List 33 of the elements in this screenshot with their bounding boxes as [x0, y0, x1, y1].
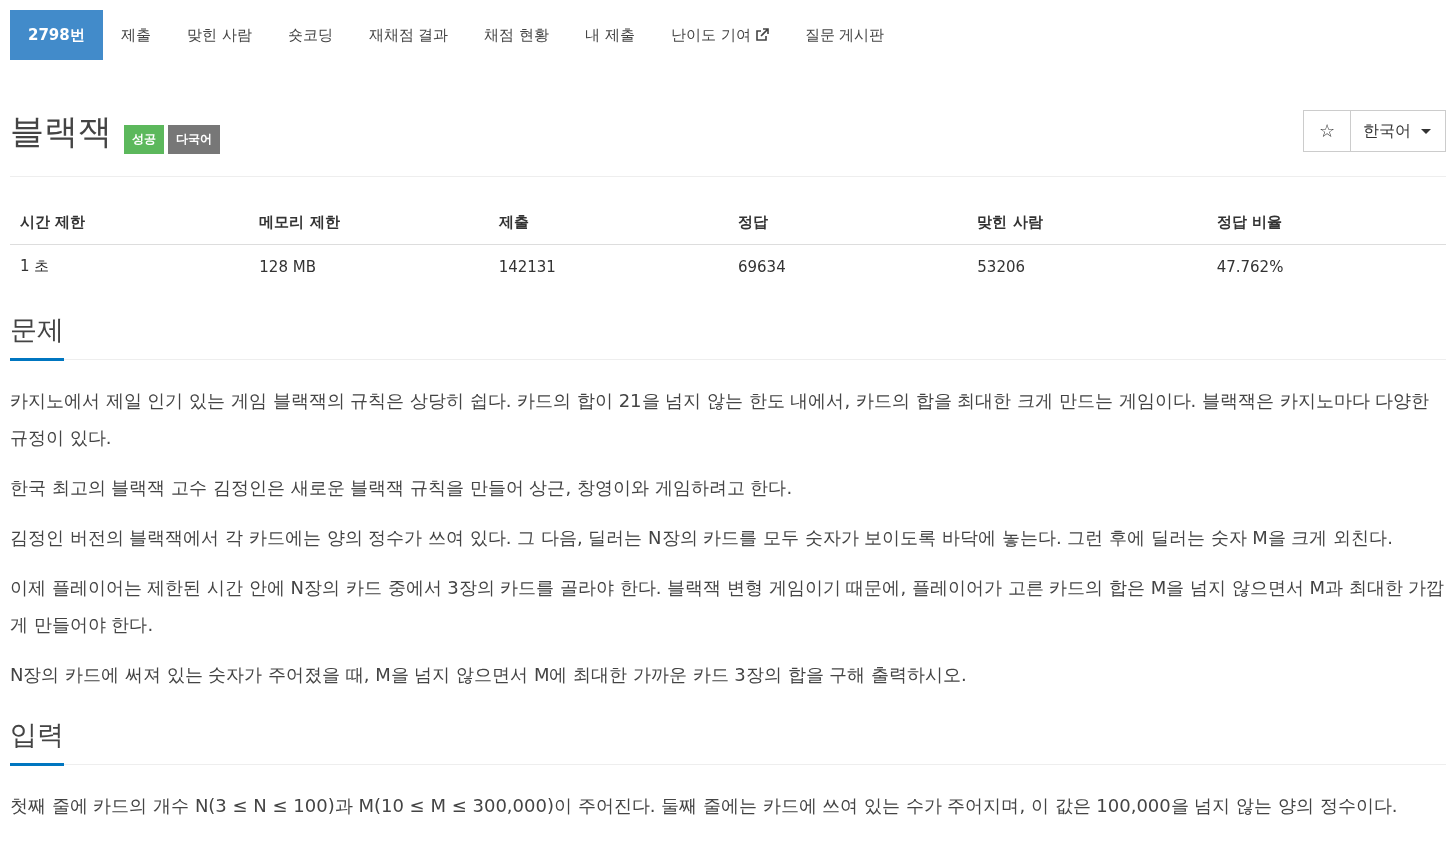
column-header: 정답 비율	[1206, 199, 1446, 245]
table-cell: 128 MB	[249, 244, 489, 288]
column-header: 메모리 제한	[249, 199, 489, 245]
nav-tab[interactable]: 맞힌 사람	[168, 10, 270, 60]
column-header: 맞힌 사람	[967, 199, 1207, 245]
table-cell: 53206	[967, 244, 1207, 288]
nav-tab[interactable]: 2798번	[10, 10, 103, 60]
section-heading: 입력	[10, 717, 64, 766]
column-header: 제출	[488, 199, 728, 245]
section-heading: 문제	[10, 312, 64, 361]
nav-tab[interactable]: 숏코딩	[269, 10, 351, 60]
table-cell: 1 초	[10, 244, 250, 288]
nav-tab[interactable]: 난이도 기여	[652, 10, 787, 60]
nav-tab[interactable]: 제출	[102, 10, 169, 60]
column-header: 시간 제한	[10, 199, 250, 245]
table-cell: 69634	[728, 244, 968, 288]
table-cell: 47.762%	[1206, 244, 1446, 288]
nav-tab[interactable]: 채점 현황	[466, 10, 568, 60]
column-header: 정답	[728, 199, 968, 245]
status-label: 성공	[124, 125, 164, 154]
paragraph: 이제 플레이어는 제한된 시간 안에 N장의 카드 중에서 3장의 카드를 골라야 한다. 블랙잭 변형 게임이기 때문에, 플레이어가 고른 카드의 합은 M을 넘지 않으면서 M과 최대한 가깝게 만들어야 한다.	[10, 576, 1446, 637]
paragraph: 카지노에서 제일 인기 있는 게임 블랙잭의 규칙은 상당히 쉽다. 카드의 합이 21을 넘지 않는 한도 내에서, 카드의 합을 최대한 크게 만드는 게임이다. 블랙잭은 카지노마다 다양한 규정이 있다.	[10, 389, 1431, 450]
paragraph: 첫째 줄에 카드의 개수 N(3 ≤ N ≤ 100)과 M(10 ≤ M ≤ 300,000)이 주어진다. 둘째 줄에는 카드에 쓰여 있는 수가 주어지며, 이 값은 100,000을 넘지 않는 양의 정수이다.	[10, 794, 1399, 818]
paragraph: 한국 최고의 블랙잭 고수 김정인은 새로운 블랙잭 규칙을 만들어 상근, 창영이와 게임하려고 한다.	[10, 476, 794, 500]
status-label: 다국어	[168, 125, 220, 154]
nav-tab[interactable]: 재채점 결과	[350, 10, 467, 60]
caret-icon	[1421, 128, 1431, 134]
table-cell: 142131	[488, 244, 728, 288]
paragraph: N장의 카드에 써져 있는 숫자가 주어졌을 때, M을 넘지 않으면서 M에 최대한 가까운 카드 3장의 합을 구해 출력하시오.	[10, 663, 968, 687]
paragraph: 김정인 버전의 블랙잭에서 각 카드에는 양의 정수가 쓰여 있다. 그 다음, 딜러는 N장의 카드를 모두 숫자가 보이도록 바닥에 놓는다. 그런 후에 딜러는 숫자 M을 크게 외친다.	[10, 526, 1394, 550]
nav-tab[interactable]: 질문 게시판	[786, 10, 903, 60]
problem-title: 블랙잭	[10, 114, 112, 148]
nav-tab[interactable]: 내 제출	[567, 10, 653, 60]
